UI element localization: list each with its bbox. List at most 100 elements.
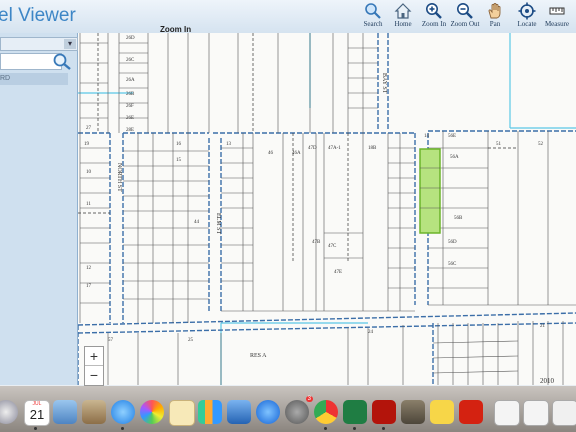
zoom-in-icon	[426, 3, 442, 19]
parcel-label: 26D	[126, 36, 135, 41]
parcel-label: 51	[496, 142, 502, 147]
parcel-label: 26A	[126, 78, 135, 83]
home-tool-label: Home	[394, 20, 412, 28]
parcel-label: 56E	[448, 134, 456, 139]
home-tool-button[interactable]: Home	[386, 2, 420, 28]
parcel-label: 10	[86, 170, 92, 175]
parcel-label: 25	[188, 338, 194, 343]
parcel-label: 44	[194, 220, 200, 225]
parcel-label: 17	[86, 284, 92, 289]
selected-parcel-highlight[interactable]	[419, 148, 441, 234]
parcel-label: 14	[424, 134, 430, 139]
crosshair-icon	[518, 2, 536, 20]
parcel-label: 46	[268, 151, 274, 156]
zoom-in-tool-label: Zoom In	[421, 20, 447, 28]
map-zoom-control: + −	[84, 346, 104, 386]
running-indicator	[34, 427, 37, 430]
running-indicator	[121, 427, 124, 430]
parcel-label: 11	[86, 202, 91, 207]
parcel-label: 56A	[450, 155, 459, 160]
preview-icon[interactable]	[53, 400, 77, 424]
parcel-label: 27	[86, 126, 92, 131]
title-toolbar: el Viewer Search Home Zoom In Zoom Out P…	[0, 0, 576, 34]
parcel-label: 26E	[126, 116, 134, 121]
home-icon	[394, 3, 412, 19]
parcel-label: 24	[368, 330, 374, 335]
chevron-down-icon[interactable]: ▾	[64, 39, 76, 49]
parcel-label: 19	[84, 142, 90, 147]
parcel-label: 21	[540, 324, 546, 329]
notes-icon[interactable]	[169, 400, 195, 426]
dock: JUL 21 3	[0, 386, 576, 432]
street-label: BAY ST	[381, 73, 387, 94]
document-thumbnail[interactable]	[494, 400, 520, 426]
photos-icon[interactable]	[140, 400, 164, 424]
sidebar-panel: ▾ RD	[0, 33, 78, 385]
parcel-label: 52	[538, 142, 544, 147]
parcel-label: 47C	[328, 244, 337, 249]
parcel-map-canvas[interactable]: NORTH ST ELM ST BAY ST 26D 26C 26A 26B 2…	[78, 33, 576, 385]
parcel-label: 28E	[126, 128, 134, 133]
map-zoom-in-button[interactable]: +	[85, 347, 103, 365]
parcel-label: 46A	[292, 151, 301, 156]
result-row[interactable]: RD	[0, 73, 68, 85]
measure-icon	[549, 7, 565, 15]
search-tool-button[interactable]: Search	[356, 2, 390, 28]
app-title: el Viewer	[0, 5, 76, 26]
parcel-label: 13	[226, 142, 232, 147]
parcel-label: 56C	[448, 262, 457, 267]
measure-tool-label: Measure	[544, 20, 570, 28]
acrobat-reader-icon[interactable]	[459, 400, 483, 424]
sidebar-header-row: ▾	[0, 37, 78, 51]
notes-yellow-icon[interactable]	[430, 400, 454, 424]
search-tool-label: Search	[363, 20, 383, 28]
map-thumbnail[interactable]	[552, 400, 576, 426]
reserve-label: RES A	[250, 353, 267, 359]
zoom-out-tool-label: Zoom Out	[450, 20, 480, 28]
street-label: NORTH ST	[116, 163, 122, 192]
launchpad-icon[interactable]	[0, 400, 18, 424]
calendar-day: 21	[29, 407, 45, 422]
measure-tool-button[interactable]: Measure	[540, 2, 574, 28]
pan-tool-button[interactable]: Pan	[478, 2, 512, 28]
chrome-icon[interactable]	[314, 400, 338, 424]
numbers-icon[interactable]	[198, 400, 222, 424]
pan-tool-label: Pan	[489, 20, 501, 28]
zoom-in-tool-button[interactable]: Zoom In	[417, 2, 451, 28]
locate-tool-label: Locate	[517, 20, 537, 28]
app-store-icon[interactable]	[256, 400, 280, 424]
parcel-label: 12	[86, 266, 92, 271]
system-prefs-icon[interactable]: 3	[285, 396, 313, 424]
map-zoom-out-button[interactable]: −	[85, 365, 103, 384]
zoom-out-tool-button[interactable]: Zoom Out	[448, 2, 482, 28]
sheet-thumbnail[interactable]	[523, 400, 549, 426]
magnifier-icon	[365, 3, 381, 19]
parcel-label: 26F	[126, 104, 134, 109]
parcel-label: 15	[176, 158, 182, 163]
parcel-label: 26B	[126, 92, 135, 97]
running-indicator	[324, 427, 327, 430]
parcel-label: 56B	[454, 216, 463, 221]
acrobat-icon[interactable]	[372, 400, 396, 424]
parcel-label: 57	[108, 338, 114, 343]
gallery-icon[interactable]	[401, 400, 425, 424]
running-indicator	[353, 427, 356, 430]
photos-folder-icon[interactable]	[82, 400, 106, 424]
parcel-map[interactable]: NORTH ST ELM ST BAY ST 26D 26C 26A 26B 2…	[78, 33, 576, 385]
excel-icon[interactable]	[343, 400, 367, 424]
street-label: ELM ST	[215, 213, 221, 235]
notification-badge: 3	[305, 396, 313, 402]
search-button-icon[interactable]	[52, 52, 72, 70]
calendar-icon[interactable]: JUL 21	[24, 400, 50, 426]
parcel-label: 47E	[334, 270, 342, 275]
parcel-label: 26C	[126, 58, 135, 63]
running-indicator	[382, 427, 385, 430]
parcel-label: 47D	[308, 146, 317, 151]
keynote-icon[interactable]	[227, 400, 251, 424]
parcel-label: 47A-1	[328, 146, 341, 151]
locate-tool-button[interactable]: Locate	[510, 2, 544, 28]
messages-icon[interactable]	[111, 400, 135, 424]
parcel-lines	[79, 33, 576, 385]
parcel-label: 16	[176, 142, 182, 147]
zoom-out-icon	[457, 3, 473, 19]
